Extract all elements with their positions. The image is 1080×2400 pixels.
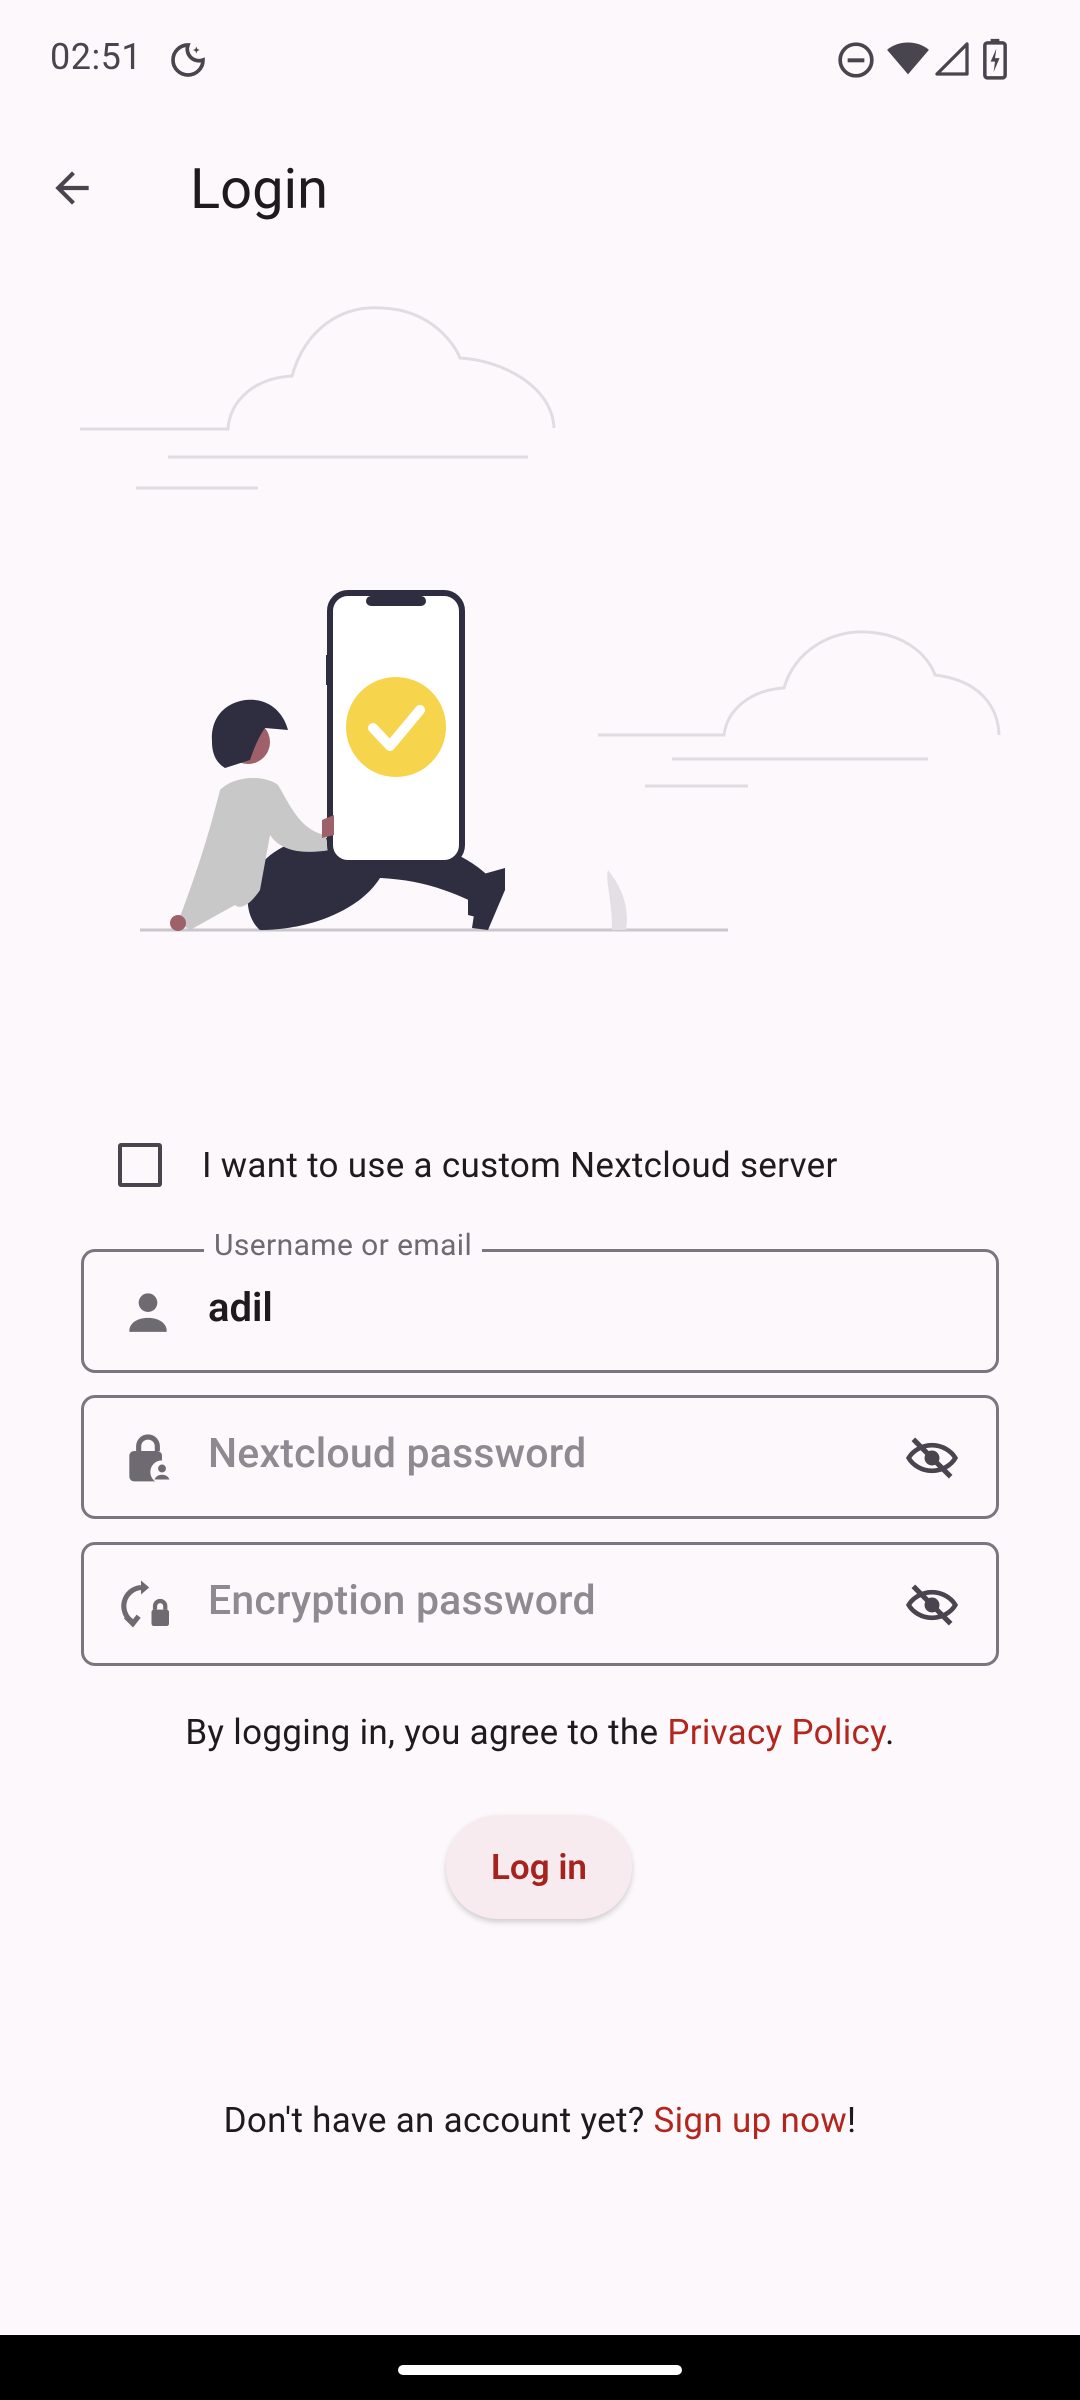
encryption-password-input[interactable]: Encryption password (208, 1577, 596, 1625)
signup-prefix: Don't have an account yet? (223, 2100, 654, 2141)
person-with-phone-checkmark-illustration (80, 306, 1001, 932)
visibility-off-icon[interactable] (904, 1430, 960, 1486)
username-field[interactable]: Username or email adil (81, 1228, 999, 1373)
custom-server-checkbox[interactable] (118, 1143, 162, 1187)
login-button[interactable]: Log in (446, 1815, 632, 1919)
status-bar: 02:51 (0, 0, 1080, 120)
do-not-disturb-icon (838, 42, 874, 78)
signup-prompt: Don't have an account yet? Sign up now! (0, 2100, 1080, 2141)
signup-link[interactable]: Sign up now (654, 2100, 847, 2141)
signal-icon (935, 42, 969, 76)
wifi-icon (887, 42, 929, 75)
lock-person-icon (129, 1434, 174, 1484)
privacy-notice: By logging in, you agree to the Privacy … (0, 1712, 1080, 1753)
privacy-policy-link[interactable]: Privacy Policy (667, 1712, 885, 1753)
home-gesture-handle[interactable] (398, 2365, 682, 2375)
lock-reset-icon (121, 1580, 169, 1628)
page-title: Login (190, 156, 329, 222)
visibility-off-icon[interactable] (904, 1577, 960, 1633)
privacy-suffix: . (885, 1712, 895, 1753)
navigation-bar (0, 2335, 1080, 2400)
custom-server-row[interactable]: I want to use a custom Nextcloud server (118, 1140, 838, 1190)
app-bar: Login (0, 120, 1080, 260)
battery-charging-icon (983, 38, 1007, 80)
username-input[interactable]: adil (208, 1284, 273, 1331)
moon-icon (171, 43, 205, 77)
person-icon (129, 1293, 167, 1332)
password-input[interactable]: Nextcloud password (208, 1430, 586, 1478)
signup-suffix: ! (847, 2100, 857, 2141)
back-button[interactable] (36, 152, 108, 224)
arrow-back-icon (55, 171, 89, 205)
encryption-password-field[interactable]: Encryption password (81, 1542, 999, 1666)
password-field[interactable]: Nextcloud password (81, 1395, 999, 1519)
custom-server-label: I want to use a custom Nextcloud server (202, 1144, 838, 1186)
username-label: Username or email (204, 1228, 483, 1263)
status-time: 02:51 (50, 36, 143, 78)
privacy-prefix: By logging in, you agree to the (185, 1712, 668, 1753)
